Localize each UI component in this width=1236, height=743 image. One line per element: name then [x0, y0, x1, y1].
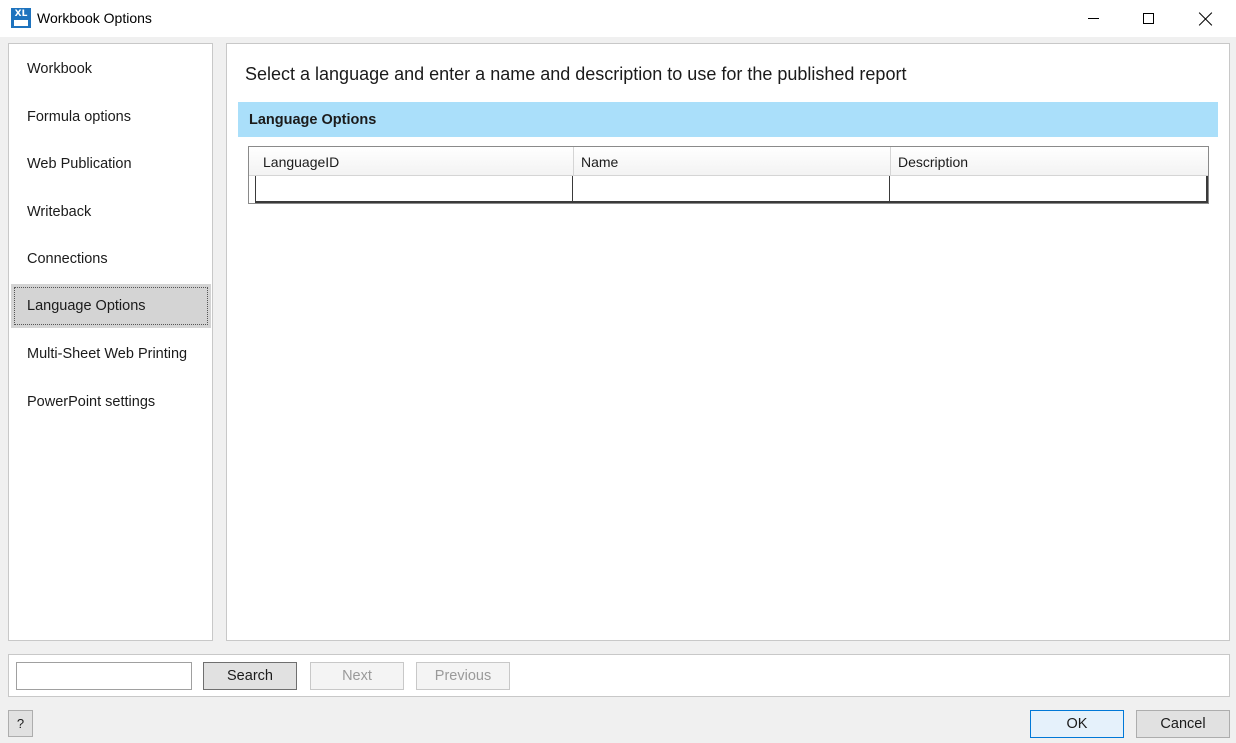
sidebar-item-label: Workbook — [27, 61, 93, 77]
previous-button[interactable]: Previous — [416, 662, 510, 690]
language-grid: LanguageID Name Description — [248, 146, 1209, 204]
column-header-label: Description — [898, 153, 969, 170]
section-title: Language Options — [249, 111, 377, 128]
close-icon — [1199, 12, 1213, 26]
next-button[interactable]: Next — [310, 662, 404, 690]
cell-languageid[interactable] — [255, 176, 573, 203]
column-header-description[interactable]: Description — [891, 147, 1208, 176]
ok-button[interactable]: OK — [1030, 710, 1124, 738]
app-icon-text: XL — [14, 9, 28, 19]
help-button[interactable]: ? — [8, 710, 33, 737]
sidebar-item-connections[interactable]: Connections — [11, 237, 211, 281]
column-header-name[interactable]: Name — [574, 147, 891, 176]
search-button[interactable]: Search — [203, 662, 297, 690]
cell-name[interactable] — [573, 176, 890, 203]
cell-description[interactable] — [890, 176, 1208, 203]
table-row[interactable] — [255, 176, 1208, 203]
options-sidebar: Workbook Formula options Web Publication… — [8, 43, 213, 641]
main-panel: Select a language and enter a name and d… — [226, 43, 1230, 641]
section-header: Language Options — [238, 102, 1218, 137]
minimize-icon — [1088, 18, 1099, 19]
sidebar-item-label: Writeback — [27, 204, 92, 220]
column-header-languageid[interactable]: LanguageID — [256, 147, 574, 176]
search-input[interactable] — [16, 662, 192, 690]
sidebar-item-label: Formula options — [27, 109, 131, 125]
grid-header: LanguageID Name Description — [249, 147, 1208, 176]
sidebar-item-multi-sheet-web-printing[interactable]: Multi-Sheet Web Printing — [11, 332, 211, 376]
sidebar-item-workbook[interactable]: Workbook — [11, 47, 211, 91]
app-icon: XL — [11, 8, 31, 28]
maximize-icon — [1143, 13, 1154, 24]
minimize-button[interactable] — [1065, 0, 1122, 37]
sidebar-item-writeback[interactable]: Writeback — [11, 190, 211, 234]
sidebar-item-label: Web Publication — [27, 156, 132, 172]
sidebar-item-web-publication[interactable]: Web Publication — [11, 142, 211, 186]
sidebar-item-powerpoint-settings[interactable]: PowerPoint settings — [11, 380, 211, 424]
sidebar-item-label: Connections — [27, 251, 108, 267]
sidebar-item-formula-options[interactable]: Formula options — [11, 95, 211, 139]
sidebar-item-language-options[interactable]: Language Options — [11, 284, 211, 328]
page-title: Select a language and enter a name and d… — [245, 64, 907, 84]
column-header-label: LanguageID — [263, 153, 340, 170]
close-button[interactable] — [1177, 0, 1234, 37]
focus-ring — [14, 287, 208, 325]
maximize-button[interactable] — [1120, 0, 1177, 37]
cancel-button[interactable]: Cancel — [1136, 710, 1230, 738]
window-title: Workbook Options — [37, 10, 152, 26]
title-bar: XL Workbook Options — [0, 0, 1236, 37]
sidebar-item-label: PowerPoint settings — [27, 394, 156, 410]
search-bar: Search Next Previous — [8, 654, 1230, 697]
sidebar-item-label: Multi-Sheet Web Printing — [27, 346, 188, 362]
column-header-label: Name — [581, 153, 619, 170]
